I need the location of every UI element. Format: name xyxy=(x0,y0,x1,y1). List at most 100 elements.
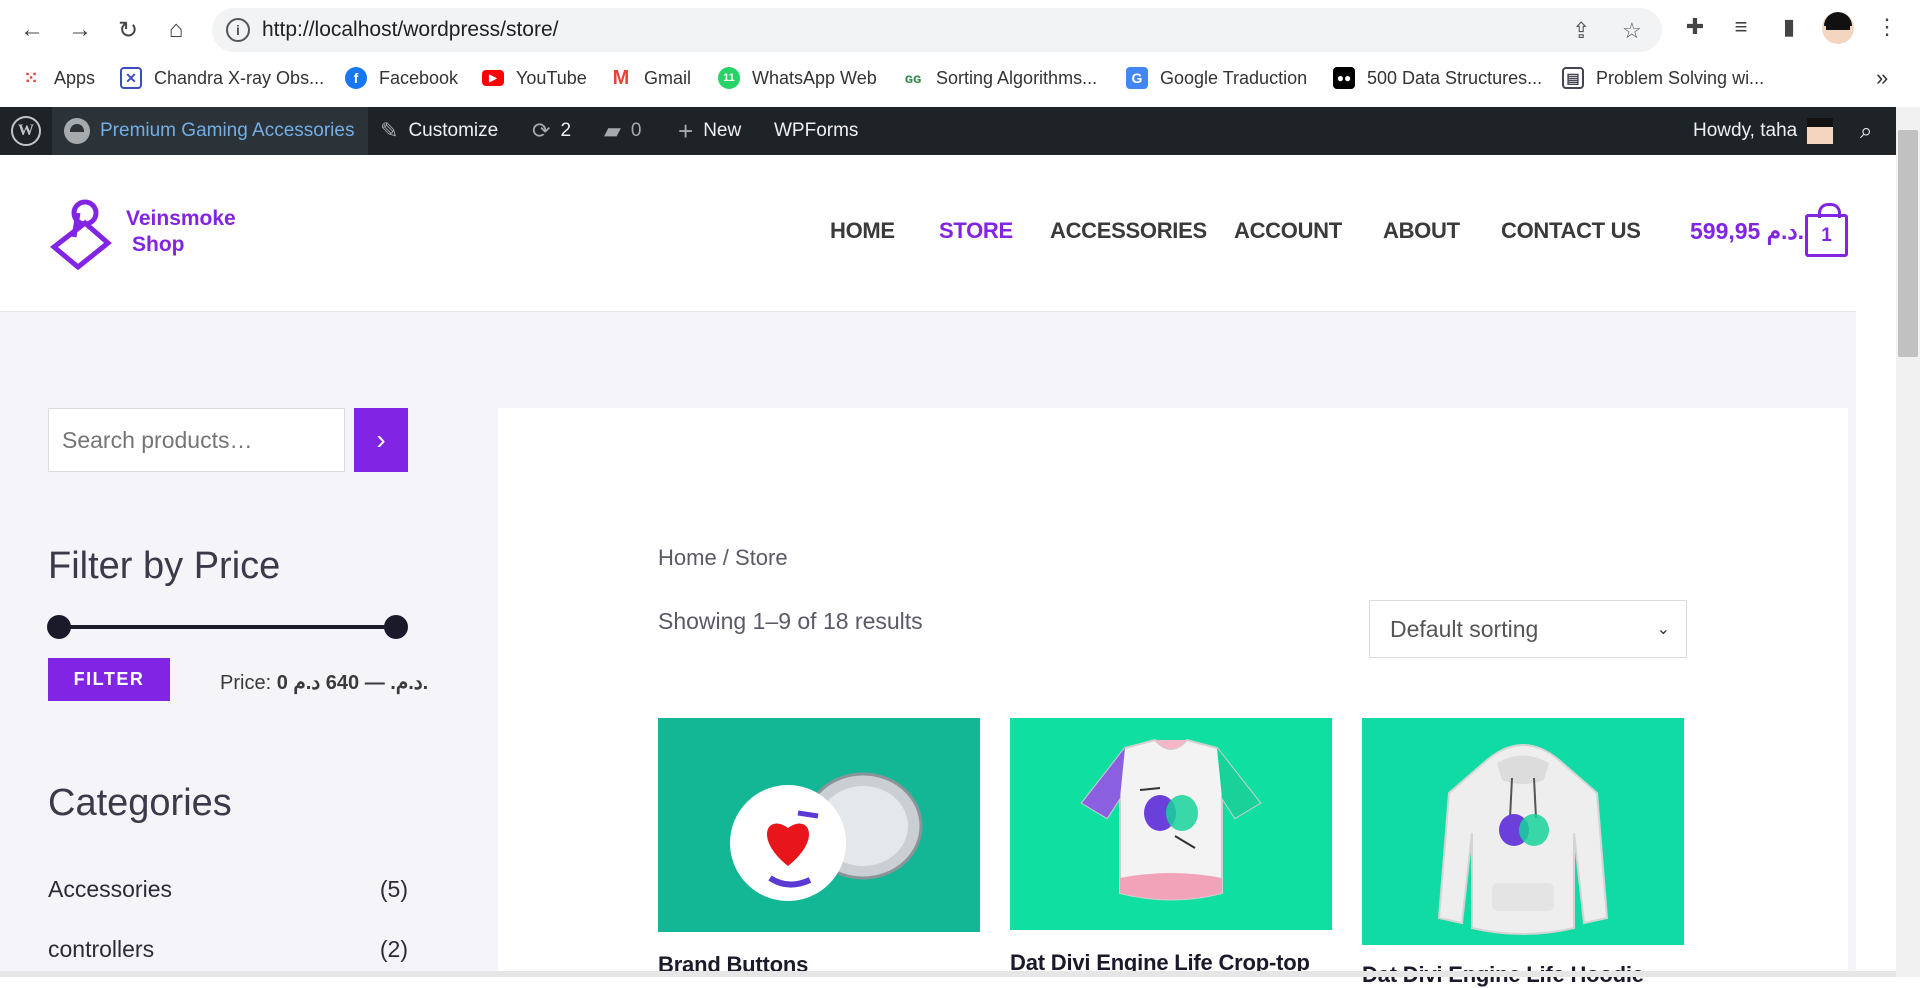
bookmark-whatsapp[interactable]: 11 WhatsApp Web xyxy=(718,65,877,91)
menu-home[interactable]: HOME xyxy=(830,218,895,244)
bookmark-label: YouTube xyxy=(516,67,587,88)
horizontal-scrollbar[interactable] xyxy=(0,971,1896,977)
product-search-input[interactable] xyxy=(48,408,345,472)
price-range-values: 0 د.م. — 640 د.م. xyxy=(276,672,429,694)
wordpress-logo[interactable]: W xyxy=(0,107,52,155)
bookmark-youtube[interactable]: ▶ YouTube xyxy=(482,65,587,91)
logo-text[interactable]: Veinsmoke Shop xyxy=(126,206,236,258)
comments-count: 0 xyxy=(630,120,642,141)
product-image-brand-buttons[interactable] xyxy=(658,718,980,932)
category-item[interactable]: Accessories (5) xyxy=(48,876,408,903)
address-url[interactable]: http://localhost/wordpress/store/ xyxy=(262,18,558,42)
side-panel-icon[interactable]: ▮ xyxy=(1774,14,1804,40)
address-bar[interactable]: i http://localhost/wordpress/store/ ⇪ ☆ xyxy=(212,8,1662,52)
price-range-label: Price: 0 د.م. — 640 د.م. xyxy=(220,670,428,695)
menu-account[interactable]: ACCOUNT xyxy=(1234,218,1342,244)
logo-line-1: Veinsmoke xyxy=(126,207,236,230)
scrollbar-thumb[interactable] xyxy=(1898,130,1918,357)
product-image-crop-top[interactable] xyxy=(1010,718,1332,930)
logo-line-2: Shop xyxy=(132,233,185,256)
bookmark-facebook[interactable]: f Facebook xyxy=(345,65,458,91)
sort-select[interactable]: Default sorting ⌄ xyxy=(1369,600,1687,658)
bookmark-chandra[interactable]: ✕ Chandra X-ray Obs... xyxy=(120,65,324,91)
doc-icon: ▤ xyxy=(1562,67,1584,89)
admin-updates[interactable]: ⟳ 2 xyxy=(532,107,571,155)
admin-search-icon[interactable]: ⌕ xyxy=(1860,107,1872,155)
whatsapp-icon: 11 xyxy=(718,67,740,89)
filter-button[interactable]: FILTER xyxy=(48,658,170,701)
bookmark-label: Facebook xyxy=(379,67,459,88)
admin-new[interactable]: + New xyxy=(678,107,741,155)
bookmarks-bar: ⁙ Apps ✕ Chandra X-ray Obs... f Facebook… xyxy=(0,62,1920,94)
bookmark-label: Problem Solving wi... xyxy=(1596,67,1765,88)
reload-icon[interactable]: ↻ xyxy=(110,12,146,48)
bookmark-label: Apps xyxy=(54,67,96,88)
menu-store[interactable]: STORE xyxy=(939,218,1013,244)
admin-howdy[interactable]: Howdy, taha xyxy=(1693,107,1834,155)
category-name[interactable]: controllers xyxy=(48,936,154,963)
bookmark-label: Sorting Algorithms... xyxy=(936,67,1098,88)
price-slider-track[interactable] xyxy=(58,625,396,629)
site-info-icon[interactable]: i xyxy=(226,18,250,42)
sort-selected-value: Default sorting xyxy=(1390,615,1539,642)
extensions-icon[interactable]: ✚ xyxy=(1680,14,1710,40)
paintbrush-icon: ✎ xyxy=(380,118,399,143)
home-icon[interactable]: ⌂ xyxy=(158,12,194,48)
bookmark-problem-solving[interactable]: ▤ Problem Solving wi... xyxy=(1562,65,1764,91)
chevron-right-icon: › xyxy=(376,424,386,455)
bookmark-translate[interactable]: G Google Traduction xyxy=(1126,65,1307,91)
result-count: Showing 1–9 of 18 results xyxy=(658,608,923,634)
wordpress-icon: W xyxy=(11,116,41,146)
dashboard-icon xyxy=(64,118,90,144)
price-slider-max-handle[interactable] xyxy=(384,615,408,639)
bookmark-data-structures[interactable]: ●● 500 Data Structures... xyxy=(1333,65,1542,91)
gmail-icon: M xyxy=(612,66,630,89)
menu-accessories[interactable]: ACCESSORIES xyxy=(1050,218,1207,244)
menu-contact-us[interactable]: CONTACT US xyxy=(1501,218,1641,244)
admin-customize[interactable]: ✎ Customize xyxy=(380,107,498,155)
category-name[interactable]: Accessories xyxy=(48,876,172,903)
howdy-label: Howdy, taha xyxy=(1693,120,1798,141)
admin-site-name[interactable]: Premium Gaming Accessories xyxy=(52,107,368,155)
geeksforgeeks-icon: ɢɢ xyxy=(904,70,922,86)
search-submit-button[interactable]: › xyxy=(354,408,408,472)
customize-label: Customize xyxy=(408,120,499,141)
category-item[interactable]: controllers (2) xyxy=(48,936,408,963)
medium-icon: ●● xyxy=(1333,67,1355,89)
cart-bag-icon[interactable]: 1 xyxy=(1805,203,1848,257)
apps-grid-icon: ⁙ xyxy=(23,67,39,88)
bookmark-star-icon[interactable]: ☆ xyxy=(1622,18,1642,44)
browser-toolbar: ← → ↻ ⌂ i http://localhost/wordpress/sto… xyxy=(0,0,1920,60)
admin-comments[interactable]: ▰ 0 xyxy=(604,107,642,155)
chevron-down-icon: ⌄ xyxy=(1656,621,1670,638)
admin-wpforms[interactable]: WPForms xyxy=(774,107,858,155)
bookmark-label: Gmail xyxy=(644,67,692,88)
share-icon[interactable]: ⇪ xyxy=(1572,18,1590,44)
updates-count: 2 xyxy=(560,120,572,141)
bookmark-label: Google Traduction xyxy=(1160,67,1308,88)
forward-arrow-icon[interactable]: → xyxy=(62,12,98,48)
media-queue-icon[interactable]: ≡ xyxy=(1726,14,1756,40)
bookmarks-overflow[interactable]: » xyxy=(1876,65,1888,91)
bookmark-gmail[interactable]: M Gmail xyxy=(610,65,691,91)
updates-icon: ⟳ xyxy=(532,118,551,143)
menu-dots-icon[interactable]: ⋮ xyxy=(1872,14,1902,40)
price-slider-min-handle[interactable] xyxy=(47,615,71,639)
youtube-icon: ▶ xyxy=(482,70,504,86)
breadcrumb[interactable]: Home / Store xyxy=(658,545,788,571)
back-arrow-icon[interactable]: ← xyxy=(14,12,50,48)
price-prefix: Price: xyxy=(220,672,272,694)
product-image-hoodie[interactable] xyxy=(1362,718,1684,945)
user-avatar xyxy=(1807,118,1834,144)
bookmark-label: 500 Data Structures... xyxy=(1367,67,1543,88)
cart-total[interactable]: 599,95 د.م. xyxy=(1690,218,1804,245)
bookmark-label: Chandra X-ray Obs... xyxy=(154,67,325,88)
facebook-icon: f xyxy=(345,67,367,89)
menu-about[interactable]: ABOUT xyxy=(1383,218,1460,244)
site-name-label: Premium Gaming Accessories xyxy=(100,120,355,141)
category-count: (5) xyxy=(379,876,408,902)
bookmark-apps[interactable]: ⁙ Apps xyxy=(20,65,95,91)
bookmark-sorting[interactable]: ɢɢ Sorting Algorithms... xyxy=(902,65,1097,91)
profile-avatar[interactable] xyxy=(1822,12,1854,44)
wp-admin-bar: W Premium Gaming Accessories ✎ Customize… xyxy=(0,107,1920,155)
